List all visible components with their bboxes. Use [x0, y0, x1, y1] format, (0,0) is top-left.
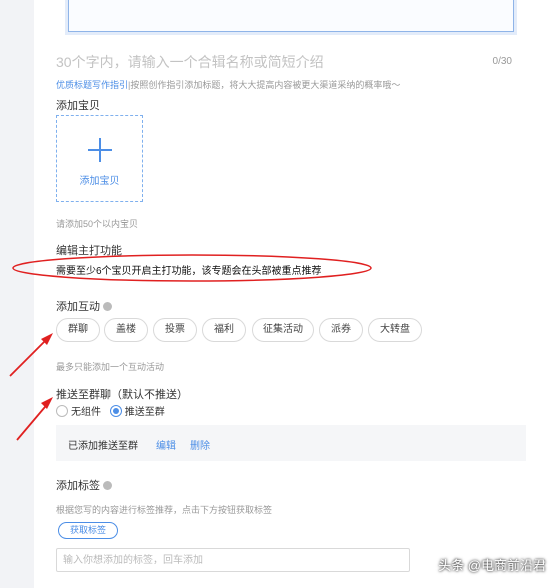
interaction-label-text: 添加互动: [56, 301, 100, 313]
radio-no-component[interactable]: 无组件: [56, 405, 101, 418]
tags-label: 添加标签: [56, 477, 112, 493]
title-char-counter: 0/30: [492, 56, 512, 67]
add-items-label: 添加宝贝: [56, 100, 100, 112]
radio-push-to-group-label: 推送至群: [124, 407, 165, 418]
interaction-option-group-chat[interactable]: 群聊: [56, 318, 100, 342]
title-input[interactable]: 30个字内，请输入一个合辑名称或简短介绍: [56, 52, 324, 72]
main-feature-label: 编辑主打功能: [56, 245, 122, 257]
title-guide-link[interactable]: 优质标题写作指引: [56, 80, 128, 90]
interaction-option-coupon[interactable]: 派券: [319, 318, 363, 342]
help-icon[interactable]: [103, 481, 112, 490]
interaction-option-wheel[interactable]: 大转盘: [368, 318, 422, 342]
interaction-option-building[interactable]: 盖楼: [104, 318, 148, 342]
title-tip: 优质标题写作指引|按照创作指引添加标题，将大大提高内容被更大渠道采纳的概率哦～: [56, 78, 400, 91]
main-feature-notice: 需要至少6个宝贝开启主打功能，该专题会在头部被重点推荐: [56, 266, 322, 277]
push-radio-group: 无组件 推送至群: [56, 403, 165, 418]
help-icon[interactable]: [103, 302, 112, 311]
plus-icon: [88, 138, 112, 162]
radio-push-to-group[interactable]: 推送至群: [109, 405, 165, 418]
interaction-option-vote[interactable]: 投票: [153, 318, 197, 342]
interaction-option-welfare[interactable]: 福利: [202, 318, 246, 342]
interaction-label: 添加互动: [56, 298, 112, 314]
delete-link[interactable]: 删除: [190, 437, 210, 452]
watermark: 头条 @电商前沿君: [438, 558, 546, 573]
title-tip-text: |按照创作指引添加标题，将大大提高内容被更大渠道采纳的概率哦～: [128, 80, 401, 90]
fetch-tags-button[interactable]: 获取标签: [58, 522, 118, 539]
tags-hint: 根据您写的内容进行标签推荐，点击下方按钮获取标签: [56, 505, 273, 515]
add-item-button[interactable]: 添加宝贝: [56, 115, 143, 202]
edit-link[interactable]: 编辑: [156, 437, 176, 452]
add-item-button-label: 添加宝贝: [79, 176, 120, 187]
pushed-group-text: 已添加推送至群: [68, 441, 138, 452]
push-label: 推送至群聊（默认不推送）: [56, 389, 188, 401]
left-gutter: [0, 0, 34, 588]
interaction-option-collect[interactable]: 征集活动: [252, 318, 314, 342]
radio-unchecked-icon: [56, 405, 68, 417]
radio-no-component-label: 无组件: [71, 407, 101, 418]
items-limit-hint: 请添加50个以内宝贝: [56, 219, 139, 229]
description-textarea[interactable]: [68, 0, 514, 32]
tag-input[interactable]: 输入你想添加的标签，回车添加: [56, 548, 410, 572]
tags-label-text: 添加标签: [56, 480, 100, 492]
interaction-limit-hint: 最多只能添加一个互动活动: [56, 362, 165, 372]
radio-checked-icon: [109, 405, 122, 417]
pushed-group-panel: 已添加推送至群 编辑 删除: [56, 425, 526, 461]
